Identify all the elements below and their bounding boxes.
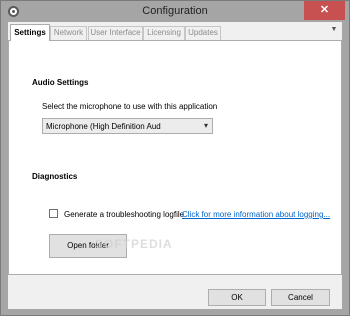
microphone-select[interactable]: Microphone (High Definition Aud ▾ — [42, 118, 213, 134]
microphone-select-value: Microphone (High Definition Aud — [46, 122, 161, 131]
dialog-footer: OK Cancel — [8, 275, 342, 309]
configuration-window: Configuration ✕ Settings Network User In… — [0, 0, 350, 316]
cancel-button[interactable]: Cancel — [271, 289, 330, 306]
diagnostics-heading: Diagnostics — [32, 172, 78, 181]
tab-licensing[interactable]: Licensing — [143, 26, 185, 40]
microphone-prompt: Select the microphone to use with this a… — [42, 102, 218, 111]
close-button[interactable]: ✕ — [304, 1, 345, 20]
chevron-down-icon: ▾ — [203, 121, 208, 130]
dialog-client-area: Settings Network User Interface Licensin… — [8, 22, 342, 309]
window-title: Configuration — [142, 5, 208, 17]
tab-network[interactable]: Network — [50, 26, 87, 40]
tab-settings[interactable]: Settings — [10, 24, 50, 41]
ok-button[interactable]: OK — [208, 289, 266, 306]
softpedia-watermark: SOFTPEDIA — [95, 237, 173, 251]
title-bar: Configuration ✕ — [1, 1, 349, 22]
logging-info-link[interactable]: Click for more information about logging… — [182, 210, 330, 219]
audio-settings-heading: Audio Settings — [32, 78, 89, 87]
tab-overflow-icon[interactable]: ▼ — [329, 26, 339, 36]
tab-updates[interactable]: Updates — [185, 26, 221, 40]
settings-panel: Audio Settings Select the microphone to … — [8, 40, 342, 275]
tab-strip: Settings Network User Interface Licensin… — [8, 22, 342, 41]
logfile-label: Generate a troubleshooting logfile — [64, 210, 185, 219]
logfile-checkbox[interactable] — [49, 209, 58, 218]
tab-user-interface[interactable]: User Interface — [88, 26, 143, 40]
